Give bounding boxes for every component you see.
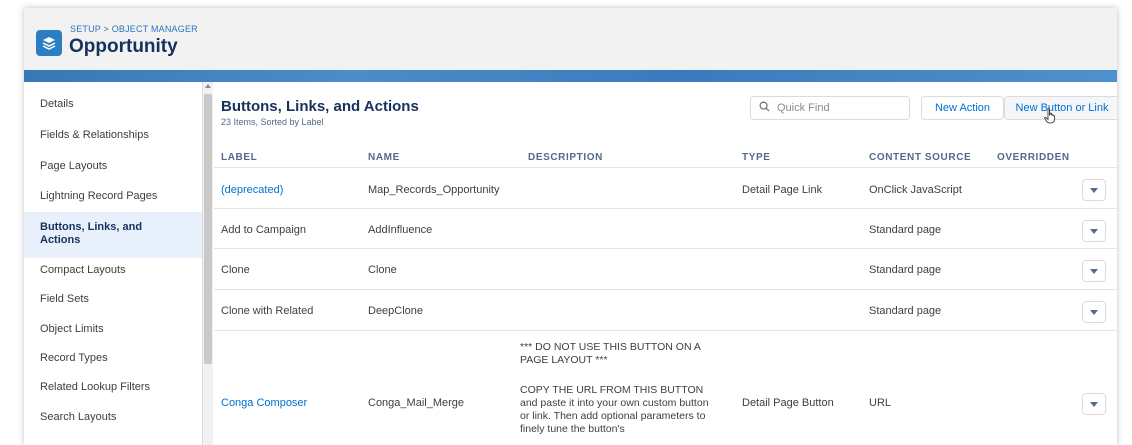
row-name: Clone (368, 264, 397, 276)
chevron-down-icon (1090, 268, 1098, 274)
object-header: SETUP > OBJECT MANAGER Opportunity (24, 8, 1117, 70)
row-name: Conga_Mail_Merge (368, 397, 464, 409)
sidebar: Details Fields & Relationships Page Layo… (24, 82, 203, 445)
table-row-divider (214, 248, 1117, 249)
sidebar-item-details[interactable]: Details (24, 98, 202, 110)
sidebar-item-related-lookup-filters[interactable]: Related Lookup Filters (24, 381, 202, 393)
header-banner (24, 70, 1117, 82)
column-header-type[interactable]: TYPE (742, 152, 771, 163)
sidebar-scrollbar[interactable] (203, 82, 213, 445)
sidebar-item-fields-relationships[interactable]: Fields & Relationships (24, 129, 202, 141)
row-name: Map_Records_Opportunity (368, 184, 500, 196)
column-header-overridden[interactable]: OVERRIDDEN (997, 152, 1070, 163)
sidebar-item-record-types[interactable]: Record Types (24, 352, 202, 364)
row-name: AddInfluence (368, 224, 433, 236)
sidebar-item-object-limits[interactable]: Object Limits (24, 323, 202, 335)
row-label-link[interactable]: (deprecated) (221, 184, 283, 196)
sidebar-item-buttons-links-actions[interactable]: Buttons, Links, and Actions (24, 212, 202, 258)
quick-find-box[interactable] (750, 96, 910, 120)
row-actions-button[interactable] (1082, 393, 1106, 415)
chevron-down-icon (1090, 228, 1098, 234)
sidebar-item-field-sets[interactable]: Field Sets (24, 293, 202, 305)
sidebar-item-search-layouts[interactable]: Search Layouts (24, 411, 202, 423)
row-actions-button[interactable] (1082, 220, 1106, 242)
row-content-source: Standard page (869, 305, 942, 317)
row-description: COPY THE URL FROM THIS BUTTON and paste … (520, 384, 709, 435)
row-actions-button[interactable] (1082, 260, 1106, 282)
main-content: Buttons, Links, and Actions 23 Items, So… (214, 82, 1117, 445)
scrollbar-thumb[interactable] (204, 94, 212, 364)
sidebar-item-compact-layouts[interactable]: Compact Layouts (24, 264, 202, 276)
row-description-warning: *** DO NOT USE THIS BUTTON ON A PAGE LAY… (520, 341, 701, 366)
row-content-source: OnClick JavaScript (869, 184, 962, 196)
row-label-link[interactable]: Conga Composer (221, 397, 307, 409)
row-actions-button[interactable] (1082, 179, 1106, 201)
row-content-source: URL (869, 397, 892, 409)
new-button-or-link-button[interactable]: New Button or Link (1004, 96, 1117, 120)
hand-cursor-icon (1044, 108, 1058, 127)
row-name: DeepClone (368, 305, 424, 317)
row-type: Detail Page Link (742, 184, 823, 196)
row-label: Add to Campaign (221, 224, 306, 236)
column-header-description[interactable]: DESCRIPTION (528, 152, 603, 163)
column-header-name[interactable]: NAME (368, 152, 400, 163)
app-window: SETUP > OBJECT MANAGER Opportunity Detai… (24, 8, 1117, 445)
table-row-divider (214, 330, 1117, 331)
column-header-content-source[interactable]: CONTENT SOURCE (869, 152, 971, 163)
chevron-down-icon (1090, 401, 1098, 407)
section-title: Buttons, Links, and Actions (221, 98, 419, 115)
chevron-down-icon (1090, 309, 1098, 315)
breadcrumb[interactable]: SETUP > OBJECT MANAGER (70, 24, 198, 34)
search-icon (759, 101, 770, 115)
row-type: Detail Page Button (742, 397, 834, 409)
table-divider (214, 167, 1117, 168)
column-header-label[interactable]: LABEL (221, 152, 257, 163)
row-content-source: Standard page (869, 264, 942, 276)
sidebar-item-lightning-record-pages[interactable]: Lightning Record Pages (24, 190, 202, 202)
new-action-button[interactable]: New Action (921, 96, 1004, 120)
scroll-up-arrow-icon[interactable] (205, 84, 211, 88)
sidebar-item-page-layouts[interactable]: Page Layouts (24, 160, 202, 172)
table-row-divider (214, 208, 1117, 209)
page-title: Opportunity (69, 36, 178, 57)
row-actions-button[interactable] (1082, 301, 1106, 323)
chevron-down-icon (1090, 187, 1098, 193)
row-label: Clone with Related (221, 305, 314, 317)
table-row-divider (214, 289, 1117, 290)
layers-icon (36, 30, 62, 56)
row-content-source: Standard page (869, 224, 942, 236)
item-count: 23 Items, Sorted by Label (221, 117, 324, 127)
row-label: Clone (221, 264, 250, 276)
quick-find-input[interactable] (775, 101, 899, 115)
